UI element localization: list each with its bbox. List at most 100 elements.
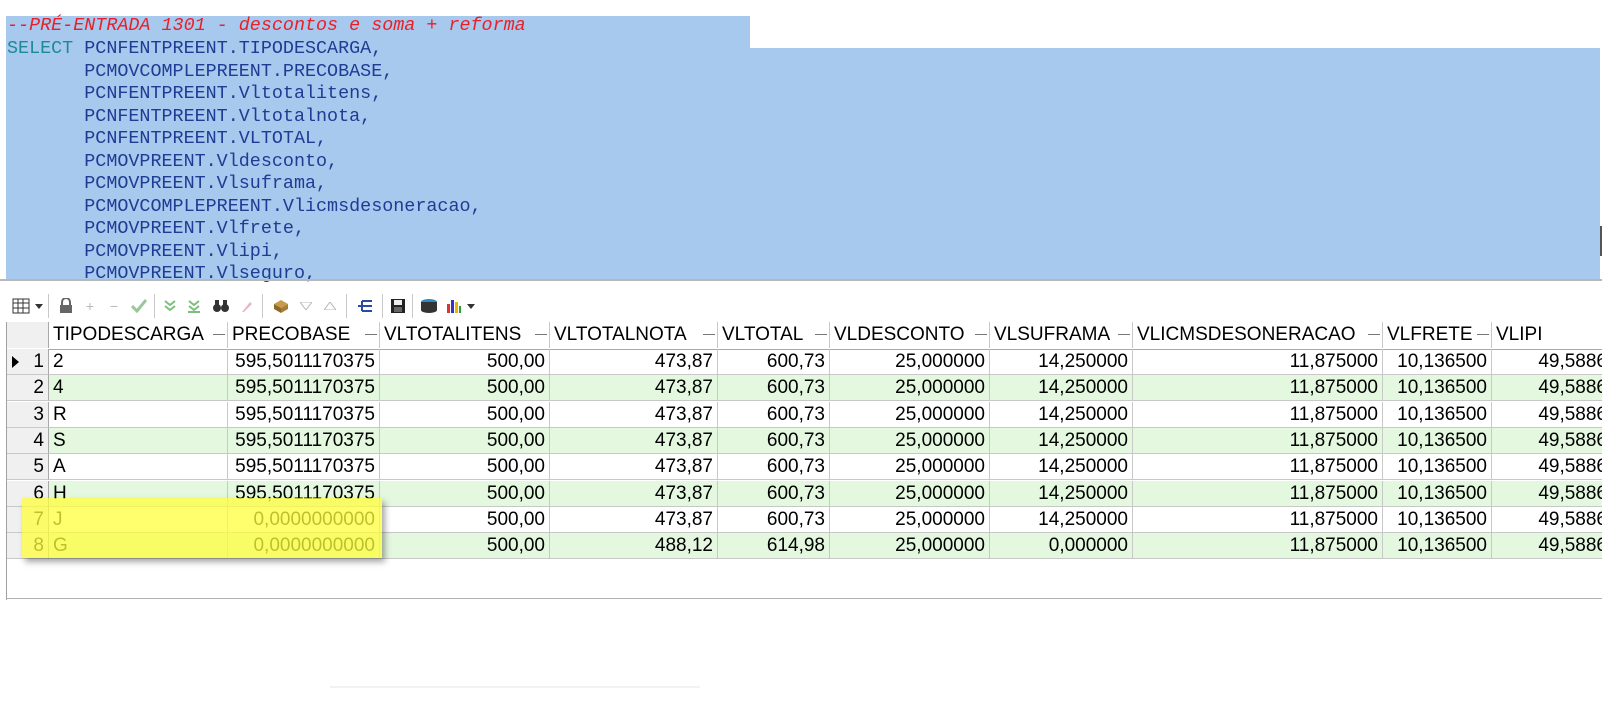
table-cell[interactable]: 10,136500 (1383, 375, 1492, 402)
table-row[interactable]: 2 4 595,5011170375 500,00 473,87 600,73 25,000… (7, 375, 1602, 402)
filter-down-icon[interactable] (160, 296, 180, 316)
table-cell[interactable]: 614,98 (718, 533, 830, 560)
table-cell[interactable]: 25,000000 (830, 454, 990, 481)
table-cell[interactable]: 0,0000000000 (228, 506, 380, 533)
column-header[interactable]: VLICMSDESONERACAO (1133, 322, 1383, 348)
sql-editor[interactable]: --PRÉ-ENTRADA 1301 - descontos e soma + … (0, 0, 1602, 282)
table-cell[interactable]: 49,5886 (1492, 480, 1602, 507)
table-cell[interactable]: 473,87 (550, 480, 718, 507)
table-cell[interactable]: 10,136500 (1383, 427, 1492, 454)
chart-dropdown-icon[interactable] (466, 296, 476, 316)
sort-down-icon[interactable] (296, 296, 316, 316)
table-cell[interactable]: 49,5886 (1492, 375, 1602, 402)
table-cell[interactable]: 25,000000 (830, 480, 990, 507)
save-icon[interactable] (388, 296, 408, 316)
table-cell[interactable]: 10,136500 (1383, 454, 1492, 481)
table-cell[interactable]: 11,875000 (1133, 480, 1383, 507)
table-cell[interactable]: 0,000000 (990, 533, 1133, 560)
table-cell[interactable]: 595,5011170375 (228, 375, 380, 402)
row-number[interactable]: 7 (7, 506, 49, 533)
table-row[interactable]: 1 2 595,5011170375 500,00 473,87 600,73 25,000… (7, 349, 1602, 376)
table-cell[interactable]: 25,000000 (830, 533, 990, 560)
column-header[interactable]: VLFRETE (1383, 322, 1492, 348)
table-cell[interactable]: 14,250000 (990, 349, 1133, 375)
table-cell[interactable]: 600,73 (718, 427, 830, 454)
column-header[interactable]: VLDESCONTO (830, 322, 990, 348)
table-cell[interactable]: 600,73 (718, 480, 830, 507)
chart-icon[interactable] (444, 296, 464, 316)
post-check-icon[interactable] (128, 296, 150, 316)
table-cell[interactable]: 2 (49, 349, 228, 375)
column-header[interactable]: VLTOTAL (718, 322, 830, 348)
table-cell[interactable]: 25,000000 (830, 349, 990, 375)
table-cell[interactable]: 11,875000 (1133, 427, 1383, 454)
table-cell[interactable]: 595,5011170375 (228, 401, 380, 428)
table-cell[interactable]: 600,73 (718, 454, 830, 481)
table-cell[interactable]: 10,136500 (1383, 349, 1492, 375)
table-cell[interactable]: 14,250000 (990, 506, 1133, 533)
column-header[interactable]: VLTOTALITENS (380, 322, 550, 348)
lock-icon[interactable] (56, 296, 76, 316)
table-cell[interactable]: 4 (49, 375, 228, 402)
table-cell[interactable]: 25,000000 (830, 427, 990, 454)
table-row[interactable]: 8 G 0,0000000000 500,00 488,12 614,98 25,00000… (7, 533, 1602, 560)
table-cell[interactable]: 25,000000 (830, 401, 990, 428)
table-row[interactable]: 4 S 595,5011170375 500,00 473,87 600,73 25,000… (7, 427, 1602, 455)
table-cell[interactable]: 10,136500 (1383, 480, 1492, 507)
dropdown-arrow-icon[interactable] (34, 296, 44, 316)
grid-view-icon[interactable] (10, 296, 32, 316)
remove-icon[interactable]: − (104, 296, 124, 316)
table-row[interactable]: 7 J 0,0000000000 500,00 473,87 600,73 25,00000… (7, 506, 1602, 534)
table-cell[interactable]: 49,5886 (1492, 402, 1602, 428)
export-icon[interactable] (418, 296, 440, 316)
table-cell[interactable]: 473,87 (550, 454, 718, 481)
column-header[interactable]: VLIPI (1492, 322, 1602, 348)
fetch-box-icon[interactable] (270, 296, 292, 316)
table-cell[interactable]: 11,875000 (1133, 401, 1383, 428)
table-cell[interactable]: 473,87 (550, 506, 718, 533)
table-cell[interactable]: 14,250000 (990, 480, 1133, 507)
table-cell[interactable]: 488,12 (550, 533, 718, 560)
table-cell[interactable]: 473,87 (550, 401, 718, 428)
row-number[interactable]: 6 (7, 480, 49, 507)
table-cell[interactable]: H (49, 480, 228, 507)
table-cell[interactable]: 11,875000 (1133, 349, 1383, 375)
table-cell[interactable]: 600,73 (718, 349, 830, 375)
column-header[interactable]: TIPODESCARGA (49, 322, 228, 348)
table-cell[interactable]: 473,87 (550, 375, 718, 402)
row-number[interactable]: 3 (7, 401, 49, 428)
table-row[interactable]: 3 R 595,5011170375 500,00 473,87 600,73 25,000… (7, 401, 1602, 429)
filter-clear-icon[interactable] (184, 296, 204, 316)
table-cell[interactable]: 11,875000 (1133, 506, 1383, 533)
table-cell[interactable]: 595,5011170375 (228, 454, 380, 481)
table-cell[interactable]: 10,136500 (1383, 533, 1492, 560)
table-cell[interactable]: 49,5886 (1492, 349, 1602, 375)
add-icon[interactable]: + (80, 296, 100, 316)
table-cell[interactable]: 500,00 (380, 533, 550, 560)
table-cell[interactable]: 49,5886 (1492, 533, 1602, 560)
table-cell[interactable]: A (49, 454, 228, 481)
table-cell[interactable]: R (49, 401, 228, 428)
table-cell[interactable]: 500,00 (380, 454, 550, 481)
table-cell[interactable]: 500,00 (380, 401, 550, 428)
table-cell[interactable]: 14,250000 (990, 454, 1133, 481)
row-number[interactable]: 2 (7, 375, 49, 402)
table-cell[interactable]: 11,875000 (1133, 375, 1383, 402)
tree-view-icon[interactable] (354, 296, 376, 316)
table-cell[interactable]: 473,87 (550, 427, 718, 454)
table-cell[interactable]: 25,000000 (830, 506, 990, 533)
table-cell[interactable]: 49,5886 (1492, 427, 1602, 454)
table-cell[interactable]: 14,250000 (990, 427, 1133, 454)
table-row[interactable]: 5 A 595,5011170375 500,00 473,87 600,73 25,000… (7, 454, 1602, 481)
table-cell[interactable]: 0,0000000000 (228, 533, 380, 560)
table-cell[interactable]: 14,250000 (990, 401, 1133, 428)
table-cell[interactable]: 473,87 (550, 349, 718, 375)
table-cell[interactable]: G (49, 533, 228, 560)
table-cell[interactable]: 25,000000 (830, 375, 990, 402)
column-header[interactable]: VLSUFRAMA (990, 322, 1133, 348)
table-cell[interactable]: 595,5011170375 (228, 349, 380, 375)
column-header[interactable]: PRECOBASE (228, 322, 380, 348)
table-cell[interactable]: 49,5886 (1492, 507, 1602, 533)
table-cell[interactable]: 500,00 (380, 506, 550, 533)
find-binoculars-icon[interactable] (210, 296, 232, 316)
